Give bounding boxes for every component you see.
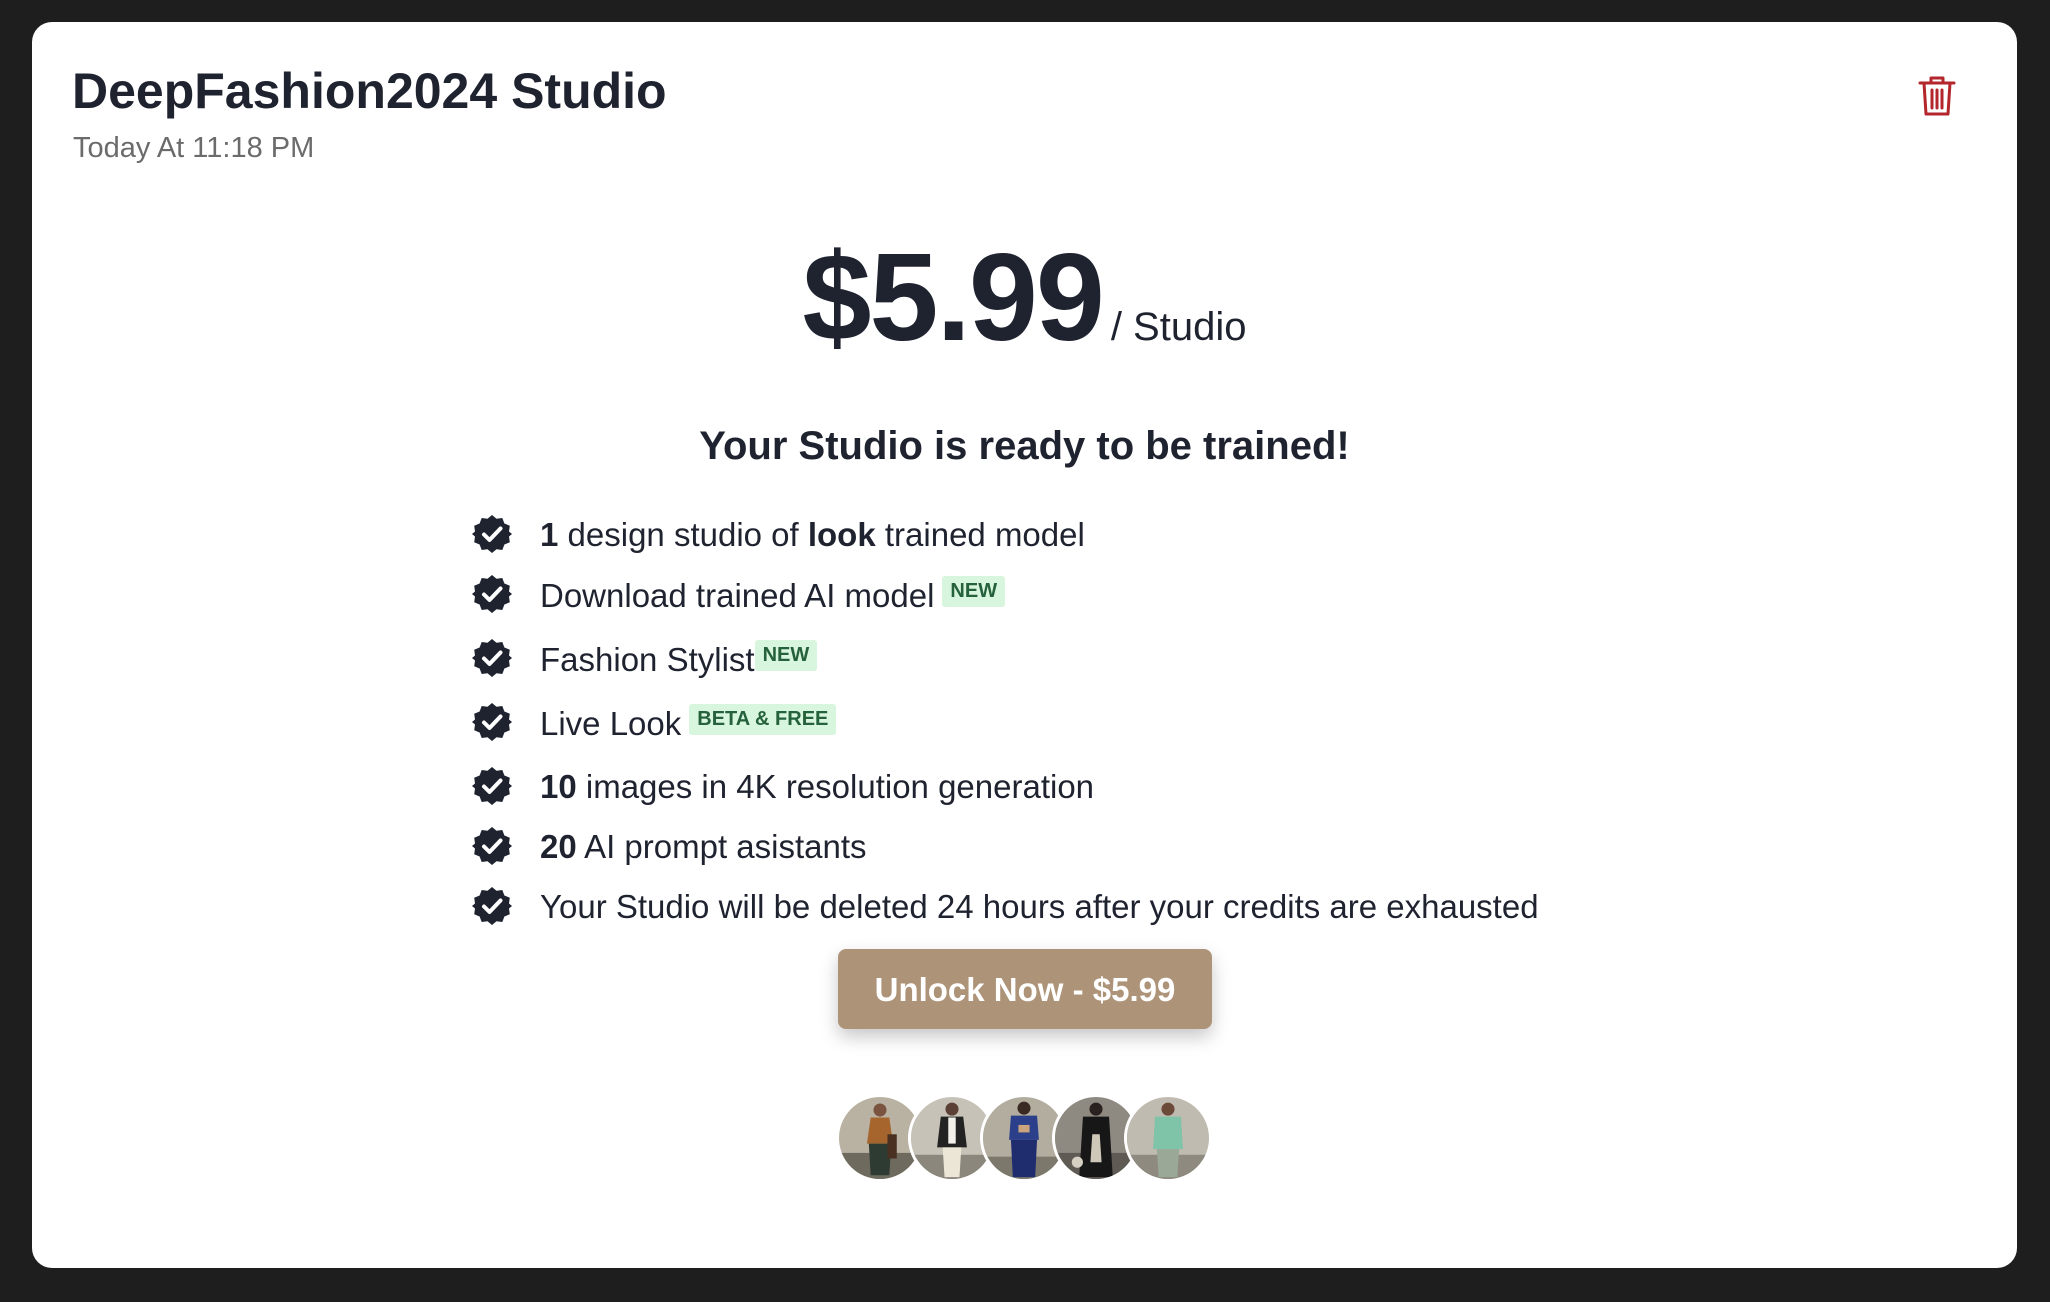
delete-button[interactable] xyxy=(1917,74,1957,118)
feature-label: Live Look xyxy=(540,705,682,742)
feature-text: 1 design studio of look trained model xyxy=(540,516,1085,554)
unlock-now-button[interactable]: Unlock Now - $5.99 xyxy=(838,949,1212,1029)
feature-count: 20 xyxy=(540,828,577,865)
check-badge-icon xyxy=(472,826,512,866)
check-badge-icon xyxy=(472,514,512,554)
feature-label: AI prompt asistants xyxy=(576,828,867,865)
feature-label: Your Studio will be deleted 24 hours aft… xyxy=(540,888,1539,925)
studio-timestamp: Today At 11:18 PM xyxy=(73,132,315,164)
feature-count: 1 xyxy=(540,516,559,553)
check-badge-icon xyxy=(472,702,512,742)
feature-text: 20 AI prompt asistants xyxy=(540,828,867,866)
new-badge: NEW xyxy=(942,576,1006,607)
feature-text: Download trained AI model NEW xyxy=(540,576,1006,615)
sample-avatar-stack xyxy=(836,1094,1236,1184)
feature-emphasis: look xyxy=(807,516,876,553)
feature-label: Download trained AI model xyxy=(540,577,935,614)
ready-heading: Your Studio is ready to be trained! xyxy=(699,424,1350,468)
check-badge-icon xyxy=(472,638,512,678)
new-badge: NEW xyxy=(754,640,818,671)
feature-text: Fashion Stylist NEW xyxy=(540,640,818,679)
price-row: $5.99/ Studio xyxy=(32,227,2017,369)
price-unit: / Studio xyxy=(1110,305,1247,349)
feature-label: images in 4K resolution generation xyxy=(576,768,1095,805)
trash-icon xyxy=(1918,76,1956,116)
avatar xyxy=(1124,1094,1212,1182)
studio-title: DeepFashion2024 Studio xyxy=(72,63,667,119)
check-badge-icon xyxy=(472,766,512,806)
price-amount: $5.99 xyxy=(802,229,1105,367)
studio-card: DeepFashion2024 Studio Today At 11:18 PM… xyxy=(32,22,2017,1268)
feature-text-part: design studio of xyxy=(558,516,808,553)
check-badge-icon xyxy=(472,886,512,926)
feature-text: Live Look BETA & FREE xyxy=(540,704,837,743)
feature-label: Fashion Stylist xyxy=(540,641,755,678)
feature-text: Your Studio will be deleted 24 hours aft… xyxy=(540,888,1539,926)
feature-text: 10 images in 4K resolution generation xyxy=(540,768,1094,806)
feature-count: 10 xyxy=(540,768,577,805)
beta-badge: BETA & FREE xyxy=(689,704,837,735)
feature-text-part: trained model xyxy=(875,516,1085,553)
check-badge-icon xyxy=(472,574,512,614)
